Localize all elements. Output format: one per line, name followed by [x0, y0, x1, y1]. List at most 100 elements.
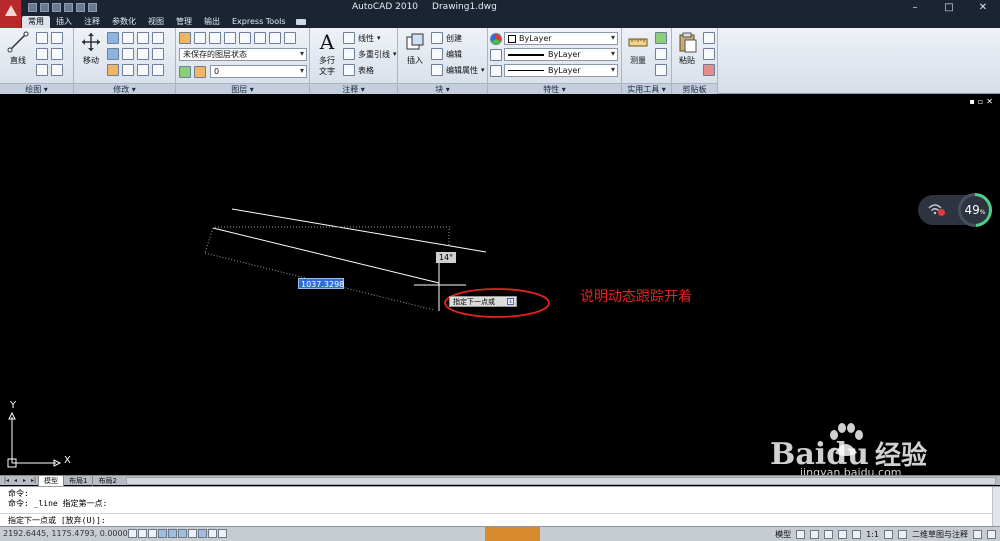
tab-express-tools[interactable]: Express Tools: [226, 16, 292, 28]
ducs-toggle-icon[interactable]: [188, 529, 197, 538]
copy-clip-icon[interactable]: [703, 48, 715, 60]
ribbon-minimize-button[interactable]: [295, 19, 306, 25]
panel-properties-title[interactable]: 特性 ▾: [488, 83, 621, 94]
cut-icon[interactable]: [703, 32, 715, 44]
grid-toggle-icon[interactable]: [138, 529, 147, 538]
minimize-button[interactable]: –: [898, 0, 932, 16]
tab-model[interactable]: 模型: [38, 475, 63, 486]
drawing-canvas[interactable]: ▪▫✕ Y X 1037.3298 14° 指定下一点或 ↓ 说明动态跟踪开着: [0, 95, 1000, 479]
undo-icon[interactable]: [64, 3, 73, 12]
tab-output[interactable]: 输出: [198, 16, 226, 28]
edit-block-button[interactable]: 编辑: [431, 47, 462, 61]
create-block-button[interactable]: 创建: [431, 31, 462, 45]
ellipse-icon[interactable]: [36, 64, 48, 76]
annotation-visibility-icon[interactable]: [884, 530, 893, 539]
polyline-icon[interactable]: [36, 32, 48, 44]
linear-dim-button[interactable]: 线性 ▾: [343, 31, 381, 45]
id-point-icon[interactable]: [655, 48, 667, 60]
hatch-icon[interactable]: [51, 64, 63, 76]
paste-button[interactable]: 粘贴: [672, 31, 702, 66]
horizontal-scrollbar[interactable]: [125, 476, 996, 485]
model-space-label[interactable]: 模型: [775, 529, 791, 540]
zoom-icon[interactable]: [838, 530, 848, 539]
new-icon[interactable]: [28, 3, 37, 12]
copy-icon[interactable]: [107, 32, 119, 44]
move-tool-button[interactable]: 移动: [76, 31, 106, 66]
measure-tool-button[interactable]: 测量: [623, 31, 653, 66]
fillet-icon[interactable]: [122, 48, 134, 60]
tab-annotate[interactable]: 注释: [78, 16, 106, 28]
offset-icon[interactable]: [137, 64, 149, 76]
layer-lock-icon[interactable]: [284, 32, 296, 44]
lwt-toggle-icon[interactable]: [208, 529, 217, 538]
layer-properties-icon[interactable]: [179, 32, 191, 44]
next-tab-icon[interactable]: ▸: [20, 476, 29, 485]
osnap-toggle-icon[interactable]: [168, 529, 177, 538]
scale-icon[interactable]: [107, 64, 119, 76]
redo-icon[interactable]: [76, 3, 85, 12]
quick-view-layouts-icon[interactable]: [796, 530, 806, 539]
rectangle-icon[interactable]: [51, 48, 63, 60]
ortho-toggle-icon[interactable]: [148, 529, 157, 538]
mtext-tool-button[interactable]: A 多行 文字: [312, 31, 342, 77]
quick-view-drawings-icon[interactable]: [810, 530, 820, 539]
table-button[interactable]: 表格: [343, 63, 374, 77]
lineweight-dropdown[interactable]: ByLayer: [504, 64, 618, 77]
dynamic-length-input[interactable]: 1037.3298: [298, 278, 344, 289]
stretch-icon[interactable]: [137, 48, 149, 60]
workspace-switch[interactable]: 二维草图与注释: [912, 529, 968, 540]
panel-layers-title[interactable]: 图层 ▾: [176, 83, 309, 94]
edit-attributes-button[interactable]: 编辑属性 ▾: [431, 63, 485, 77]
tab-home[interactable]: 常用: [22, 16, 50, 28]
prev-tab-icon[interactable]: ◂: [11, 476, 20, 485]
mirror-icon[interactable]: [107, 48, 119, 60]
quick-select-icon[interactable]: [655, 32, 667, 44]
tab-manage[interactable]: 管理: [170, 16, 198, 28]
tab-view[interactable]: 视图: [142, 16, 170, 28]
lock-icon[interactable]: [973, 530, 982, 539]
dyn-toggle-icon[interactable]: [198, 529, 207, 538]
layer-state-dropdown[interactable]: 未保存的图层状态: [179, 48, 307, 61]
array-icon[interactable]: [122, 64, 134, 76]
line-tool-button[interactable]: 直线: [3, 31, 33, 66]
panel-annotation-title[interactable]: 注释 ▾: [310, 83, 397, 94]
circle-icon[interactable]: [36, 48, 48, 60]
chamfer-icon[interactable]: [152, 64, 164, 76]
color-dropdown[interactable]: ByLayer: [504, 32, 618, 45]
qp-toggle-icon[interactable]: [218, 529, 227, 538]
command-input[interactable]: 指定下一点或 [放弃(U)]:: [8, 516, 106, 526]
linetype-dropdown[interactable]: ByLayer: [504, 48, 618, 61]
panel-draw-title[interactable]: 绘图 ▾: [0, 83, 73, 94]
panel-utilities-title[interactable]: 实用工具 ▾: [622, 83, 671, 94]
pan-icon[interactable]: [824, 530, 834, 539]
insert-block-button[interactable]: 插入: [400, 31, 430, 66]
application-menu-button[interactable]: [0, 0, 22, 28]
tab-parametric[interactable]: 参数化: [106, 16, 142, 28]
snap-toggle-icon[interactable]: [128, 529, 137, 538]
panel-clipboard-title[interactable]: 剪贴板: [672, 83, 717, 94]
trim-icon[interactable]: [137, 32, 149, 44]
panel-modify-title[interactable]: 修改 ▾: [74, 83, 175, 94]
layer-freeze-icon[interactable]: [254, 32, 266, 44]
command-scrollbar[interactable]: [992, 487, 1000, 527]
open-icon[interactable]: [40, 3, 49, 12]
layer-icon[interactable]: [194, 32, 206, 44]
mleader-button[interactable]: 多重引线 ▾: [343, 47, 397, 61]
explode-icon[interactable]: [152, 48, 164, 60]
maximize-button[interactable]: □: [932, 0, 966, 16]
layer-off-icon[interactable]: [269, 32, 281, 44]
polar-toggle-icon[interactable]: [158, 529, 167, 538]
tab-insert[interactable]: 插入: [50, 16, 78, 28]
match-properties-icon[interactable]: [703, 64, 715, 76]
annotation-scale-value[interactable]: 1:1: [866, 530, 879, 539]
plot-icon[interactable]: [88, 3, 97, 12]
arrow-down-icon[interactable]: ↓: [507, 298, 514, 305]
close-button[interactable]: ✕: [966, 0, 1000, 16]
dynamic-angle-tooltip[interactable]: 14°: [436, 252, 456, 263]
tab-layout2[interactable]: 布局2: [92, 475, 121, 486]
undo-arc-icon[interactable]: [51, 32, 63, 44]
layer-match-icon[interactable]: [209, 32, 221, 44]
network-speed-widget[interactable]: 49%: [918, 193, 992, 227]
layer-previous-icon[interactable]: [224, 32, 236, 44]
dynamic-prompt-tooltip[interactable]: 指定下一点或 ↓: [449, 296, 517, 307]
